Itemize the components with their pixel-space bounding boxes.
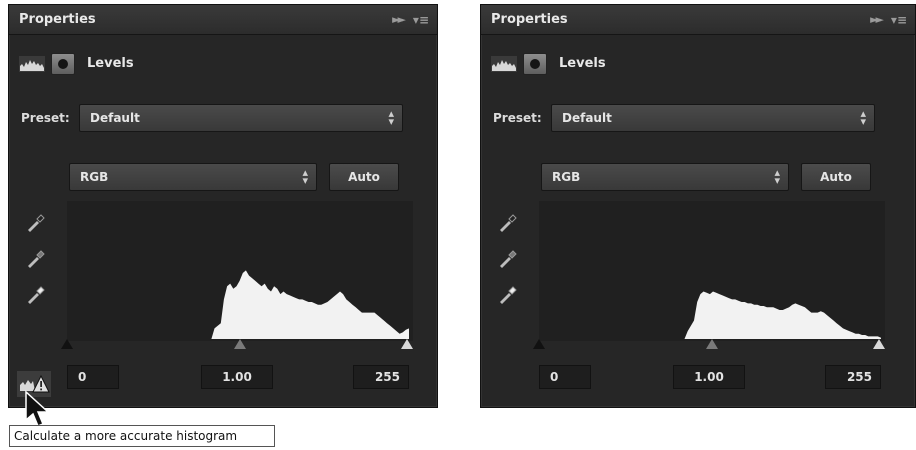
black-point-eyedropper-icon[interactable] <box>25 211 47 233</box>
panel-title: Properties <box>19 12 96 27</box>
dropdown-arrows-icon: ▴ ▾ <box>774 166 780 187</box>
channel-dropdown[interactable]: RGB ▴ ▾ <box>541 163 789 191</box>
preset-label: Preset: <box>21 111 70 125</box>
adjustment-title: Levels <box>87 56 134 71</box>
white-input-field[interactable]: 255 <box>353 365 409 389</box>
histogram-fill <box>573 291 881 339</box>
black-point-slider-handle[interactable] <box>61 339 73 349</box>
black-input-field[interactable]: 0 <box>539 365 591 389</box>
histogram-graph <box>573 291 881 339</box>
gamma-input-field[interactable]: 1.00 <box>673 365 745 389</box>
black-input-field[interactable]: 0 <box>67 365 119 389</box>
channel-dropdown[interactable]: RGB ▴ ▾ <box>69 163 317 191</box>
channel-value: RGB <box>80 170 109 184</box>
preset-dropdown[interactable]: Default ▴ ▾ <box>551 104 875 132</box>
gray-point-eyedropper-icon[interactable] <box>25 247 47 269</box>
properties-panel-left: Properties ►► ▾≡ Levels Preset: Default … <box>8 4 438 408</box>
collapse-panel-icon[interactable]: ►► <box>870 13 884 26</box>
dropdown-arrows-icon: ▴ ▾ <box>388 107 394 128</box>
auto-button[interactable]: Auto <box>801 163 871 191</box>
panel-menu-icon[interactable]: ▾≡ <box>891 13 907 27</box>
layer-mask-icon[interactable] <box>51 53 75 75</box>
gamma-slider-handle[interactable] <box>234 339 246 349</box>
panel-menu-icon[interactable]: ▾≡ <box>413 13 429 27</box>
panel-titlebar: Properties ►► ▾≡ <box>9 5 437 35</box>
layer-mask-icon[interactable] <box>523 53 547 75</box>
dropdown-arrows-icon: ▴ ▾ <box>302 166 308 187</box>
white-point-eyedropper-icon[interactable] <box>497 283 519 305</box>
mouse-cursor-icon <box>25 390 50 427</box>
preset-value: Default <box>90 111 140 125</box>
preset-dropdown[interactable]: Default ▴ ▾ <box>79 104 403 132</box>
adjustment-title: Levels <box>559 56 606 71</box>
gamma-input-field[interactable]: 1.00 <box>201 365 273 389</box>
input-levels-slider[interactable] <box>61 339 413 351</box>
collapse-panel-icon[interactable]: ►► <box>392 13 406 26</box>
panel-title: Properties <box>491 12 568 27</box>
black-point-eyedropper-icon[interactable] <box>497 211 519 233</box>
histogram-tooltip: Calculate a more accurate histogram <box>9 425 275 447</box>
preset-label: Preset: <box>493 111 542 125</box>
gamma-slider-handle[interactable] <box>706 339 718 349</box>
histogram <box>67 201 413 341</box>
white-point-eyedropper-icon[interactable] <box>25 283 47 305</box>
white-point-slider-handle[interactable] <box>873 339 885 349</box>
levels-adjustment-icon <box>19 56 45 72</box>
white-input-field[interactable]: 255 <box>825 365 881 389</box>
dropdown-arrows-icon: ▴ ▾ <box>860 107 866 128</box>
histogram <box>539 201 885 341</box>
black-point-slider-handle[interactable] <box>533 339 545 349</box>
input-levels-slider[interactable] <box>533 339 885 351</box>
panel-titlebar: Properties ►► ▾≡ <box>481 5 915 35</box>
properties-panel-right: Properties ►► ▾≡ Levels Preset: Default … <box>480 4 916 408</box>
gray-point-eyedropper-icon[interactable] <box>497 247 519 269</box>
histogram-fill <box>101 270 409 339</box>
auto-button[interactable]: Auto <box>329 163 399 191</box>
histogram-graph <box>101 270 409 339</box>
channel-value: RGB <box>552 170 581 184</box>
white-point-slider-handle[interactable] <box>401 339 413 349</box>
preset-value: Default <box>562 111 612 125</box>
levels-adjustment-icon <box>491 56 517 72</box>
